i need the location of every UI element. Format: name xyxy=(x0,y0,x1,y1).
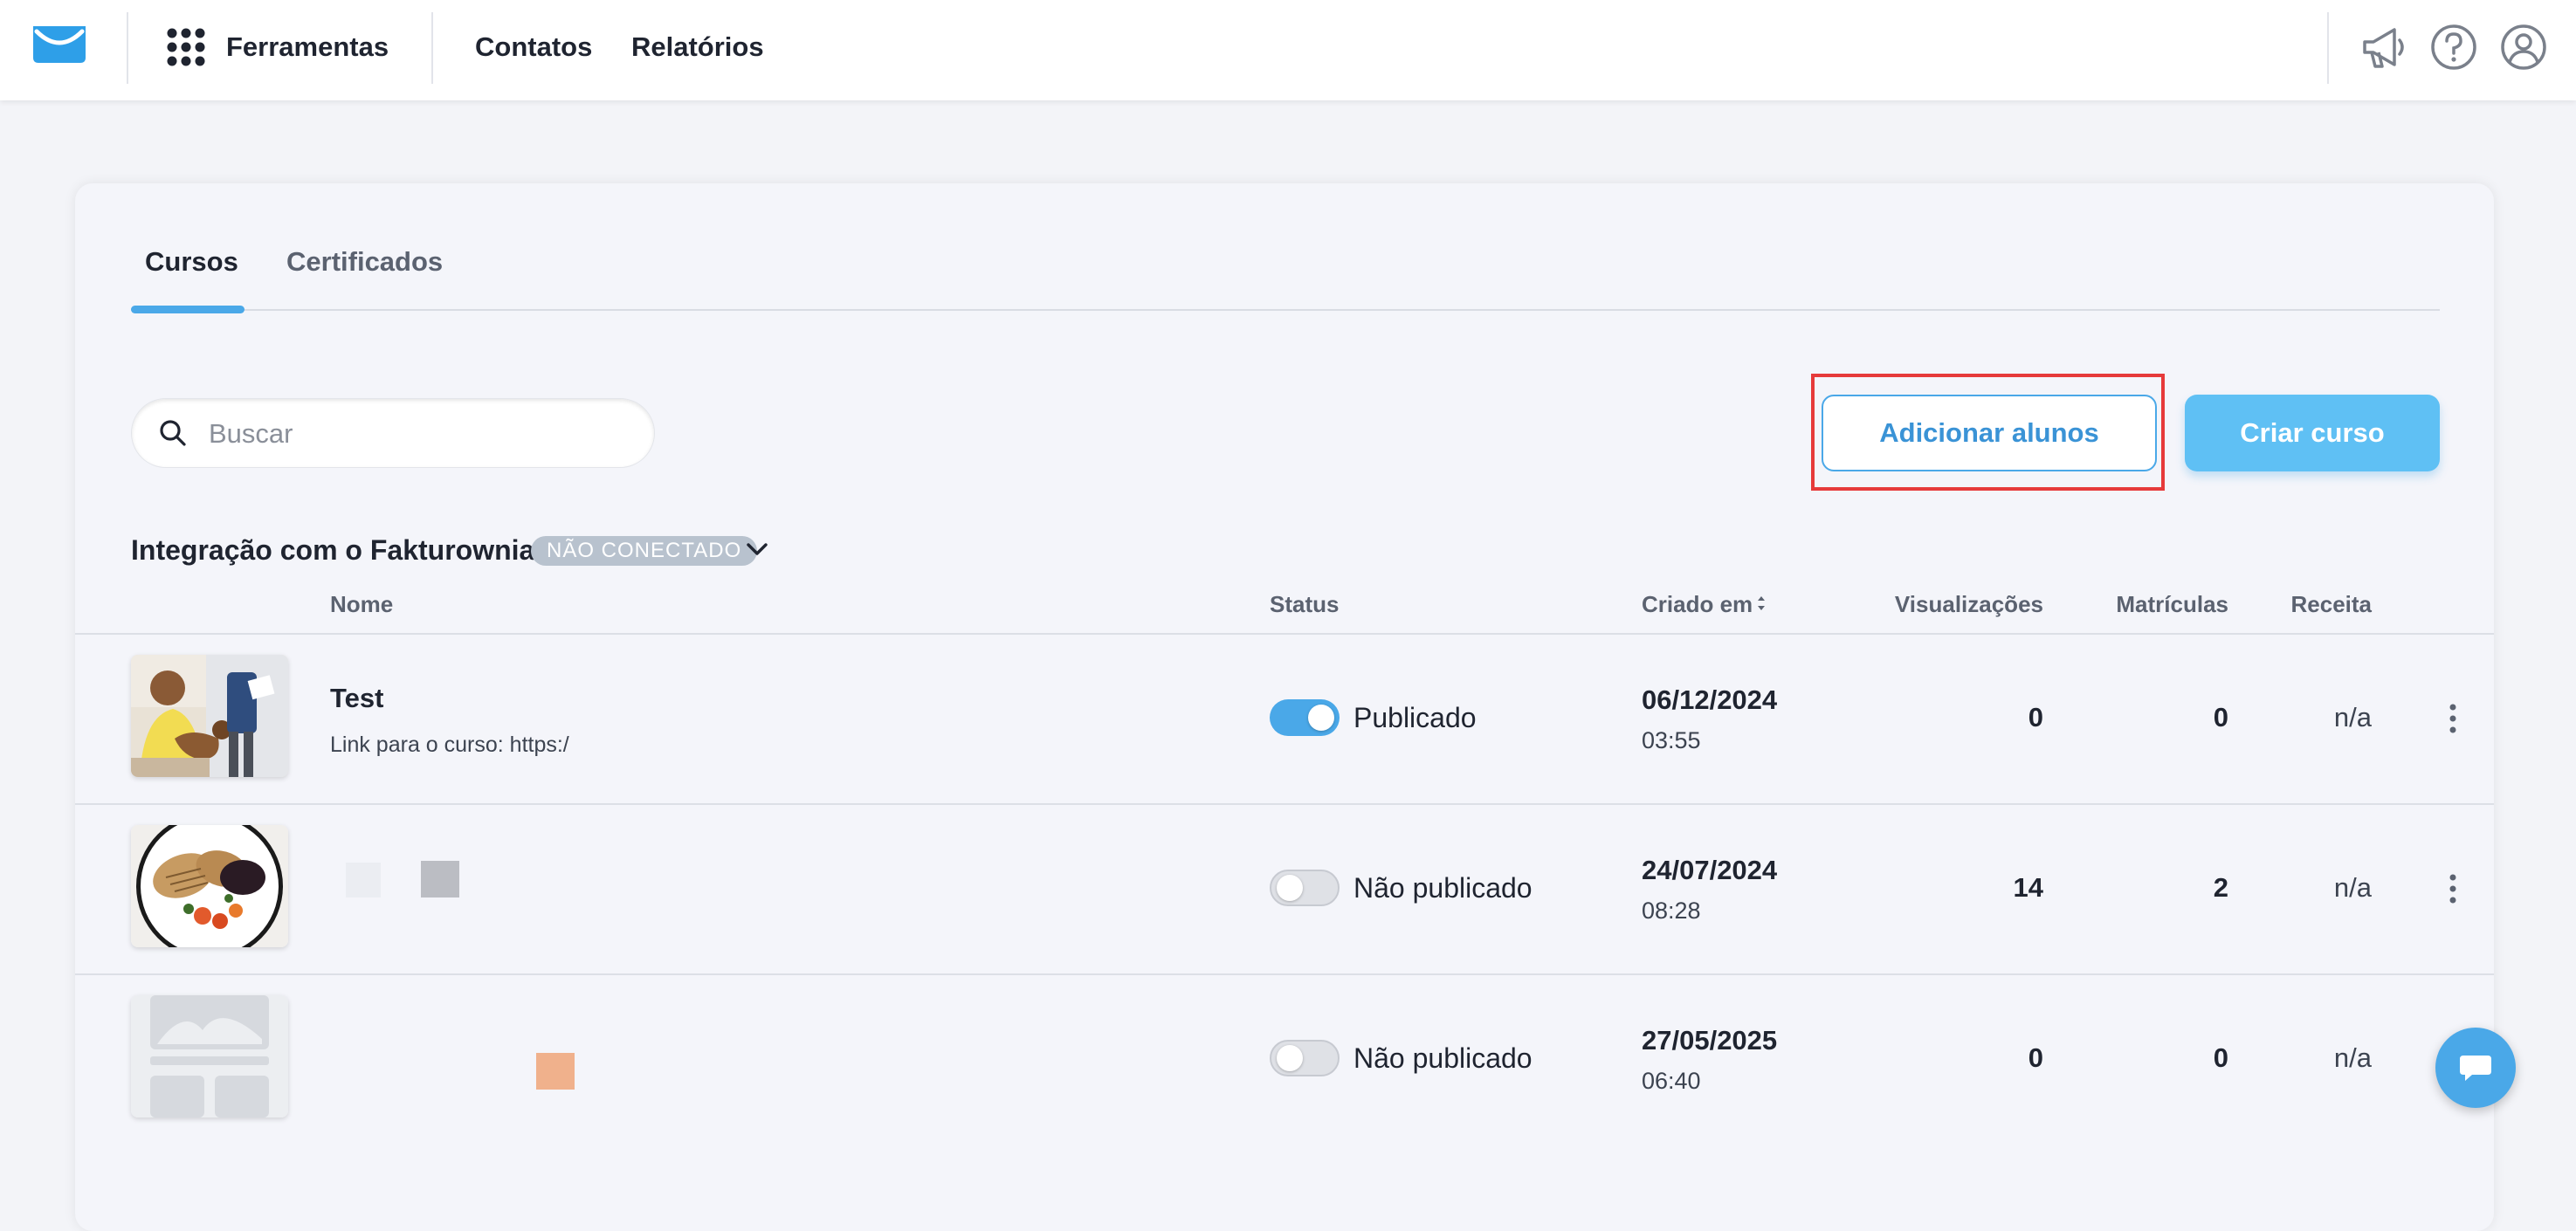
top-navigation-bar: Ferramentas Contatos Relatórios xyxy=(0,0,2576,100)
created-date: 24/07/2024 xyxy=(1642,855,1778,885)
title-placeholder-gray xyxy=(421,861,459,897)
apps-grid-icon[interactable] xyxy=(166,27,206,67)
enrollments-count: 0 xyxy=(2213,1042,2228,1073)
views-count: 14 xyxy=(2013,872,2043,903)
column-header-status: Status xyxy=(1270,591,1340,617)
created-date: 27/05/2025 xyxy=(1642,1025,1778,1056)
toggle-knob xyxy=(1308,705,1334,731)
chat-button[interactable] xyxy=(2435,1028,2516,1108)
column-header-created[interactable]: Criado em xyxy=(1642,587,1753,622)
created-time: 08:28 xyxy=(1642,897,1701,924)
add-students-button[interactable]: Adicionar alunos xyxy=(1822,395,2157,471)
active-tab-indicator xyxy=(131,306,245,313)
views-count: 0 xyxy=(2028,702,2043,732)
search-input[interactable] xyxy=(207,411,630,457)
column-header-name: Nome xyxy=(330,591,394,617)
table-row-divider xyxy=(75,973,2494,975)
nav-divider xyxy=(2327,12,2329,84)
column-header-revenue: Receita xyxy=(2290,591,2373,617)
column-header-views: Visualizações xyxy=(1894,591,2043,617)
nav-item-contatos[interactable]: Contatos xyxy=(475,26,592,68)
create-course-button[interactable]: Criar curso xyxy=(2185,395,2440,471)
chat-bubble-icon xyxy=(2460,1056,2491,1081)
enrollments-count: 0 xyxy=(2213,702,2228,732)
course-title[interactable]: Test xyxy=(330,679,383,718)
search-icon xyxy=(160,420,186,446)
title-placeholder-light xyxy=(346,863,381,897)
status-label: Não publicado xyxy=(1353,1042,1533,1074)
title-placeholder-orange xyxy=(536,1053,575,1090)
chevron-down-icon[interactable] xyxy=(744,538,770,560)
views-count: 0 xyxy=(2028,1042,2043,1073)
help-icon[interactable] xyxy=(2429,23,2478,72)
tools-menu[interactable]: Ferramentas xyxy=(226,26,389,68)
integration-status-badge: NÃO CONECTADO xyxy=(531,536,758,566)
user-account-icon[interactable] xyxy=(2499,23,2548,72)
tab-cursos[interactable]: Cursos xyxy=(145,240,238,284)
tabs-divider xyxy=(131,309,2440,311)
revenue-value: n/a xyxy=(2333,702,2372,732)
revenue-value: n/a xyxy=(2333,872,2372,903)
column-header-enrollments: Matrículas xyxy=(2116,591,2228,617)
course-thumbnail-placeholder[interactable] xyxy=(131,995,288,1118)
enrollments-count: 2 xyxy=(2213,872,2228,903)
search-box xyxy=(131,398,655,468)
status-label: Publicado xyxy=(1353,702,1477,733)
created-time: 03:55 xyxy=(1642,727,1701,753)
more-options-icon[interactable] xyxy=(2442,701,2464,736)
created-time: 06:40 xyxy=(1642,1068,1701,1094)
created-date: 06/12/2024 xyxy=(1642,684,1778,715)
publish-toggle[interactable] xyxy=(1270,870,1340,906)
more-options-icon[interactable] xyxy=(2442,871,2464,906)
table-divider xyxy=(75,633,2494,635)
course-thumbnail[interactable] xyxy=(131,655,288,777)
megaphone-icon[interactable] xyxy=(2359,23,2408,72)
toggle-knob xyxy=(1277,875,1303,901)
sort-icon[interactable] xyxy=(1755,593,1767,614)
publish-toggle[interactable] xyxy=(1270,1040,1340,1076)
publish-toggle[interactable] xyxy=(1270,699,1340,736)
course-thumbnail[interactable] xyxy=(131,825,288,947)
toggle-knob xyxy=(1277,1045,1303,1071)
course-link[interactable]: Link para o curso: https:/ xyxy=(330,727,575,762)
table-row-divider xyxy=(75,803,2494,805)
getresponse-logo-icon[interactable] xyxy=(31,24,87,65)
nav-divider xyxy=(431,12,433,84)
status-label: Não publicado xyxy=(1353,872,1533,904)
nav-divider xyxy=(127,12,128,84)
tab-certificados[interactable]: Certificados xyxy=(286,240,443,284)
nav-item-relatorios[interactable]: Relatórios xyxy=(631,26,764,68)
revenue-value: n/a xyxy=(2333,1042,2372,1073)
integration-label: Integração com o Fakturownia xyxy=(131,534,535,566)
